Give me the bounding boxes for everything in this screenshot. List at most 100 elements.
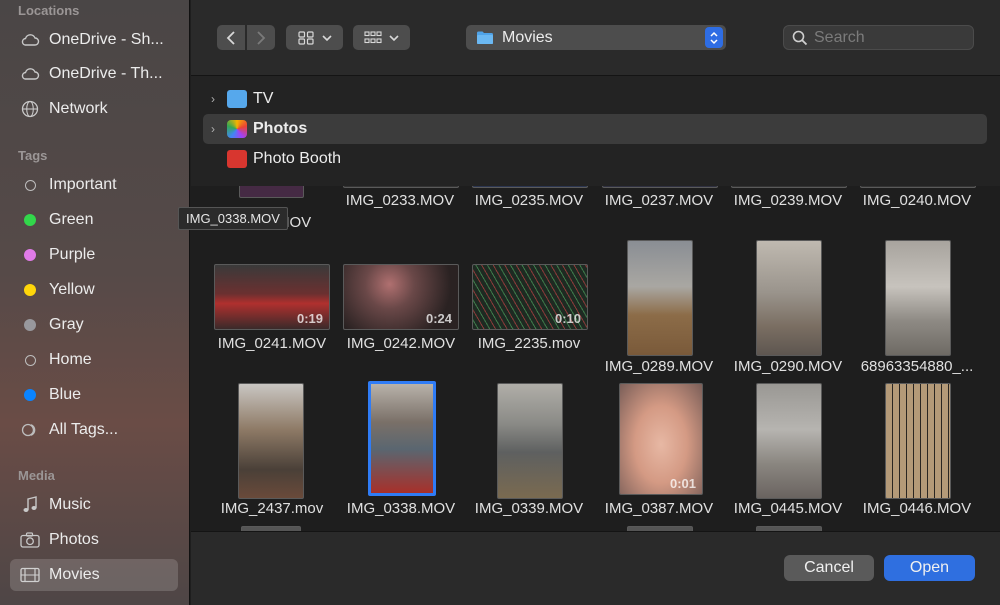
- tag-blue[interactable]: Blue: [10, 379, 178, 411]
- cancel-button[interactable]: Cancel: [784, 555, 874, 581]
- dialog-footer: Cancel Open: [191, 531, 1000, 605]
- sidebar-item-music[interactable]: Music: [10, 489, 178, 521]
- tag-yellow[interactable]: Yellow: [10, 274, 178, 306]
- folder-label: Photos: [253, 120, 308, 137]
- file-name[interactable]: IMG_0239.MOV: [724, 192, 852, 209]
- sidebar-item-movies[interactable]: Movies: [10, 559, 178, 591]
- group-icon: [364, 30, 382, 43]
- view-mode-control[interactable]: [286, 25, 343, 50]
- video-thumbnail[interactable]: 0:19: [214, 264, 330, 330]
- file-name[interactable]: IMG_0339.MOV: [465, 500, 593, 517]
- tag-dot-icon: [20, 385, 40, 405]
- tag-gray[interactable]: Gray: [10, 309, 178, 341]
- tag-label: Gray: [49, 316, 84, 333]
- video-thumbnail[interactable]: 0:01: [619, 383, 703, 495]
- video-thumbnail[interactable]: 0:10: [472, 264, 588, 330]
- tag-important[interactable]: Important: [10, 169, 178, 201]
- file-name[interactable]: IMG_2437.mov: [208, 500, 336, 517]
- photos-app-icon: [227, 120, 247, 138]
- file-name[interactable]: IMG_0237.MOV: [595, 192, 723, 209]
- folder-row-photo-booth[interactable]: Photo Booth: [203, 144, 987, 174]
- video-duration: 0:01: [669, 476, 696, 491]
- sidebar: Locations OneDrive - Sh... OneDrive - Th…: [0, 0, 190, 605]
- video-thumbnail[interactable]: [885, 383, 951, 499]
- tag-all-tags[interactable]: All Tags...: [10, 414, 178, 446]
- photo-booth-icon: [227, 150, 247, 168]
- folder-row-tv[interactable]: › TV: [203, 84, 987, 114]
- search-field[interactable]: [783, 25, 974, 50]
- file-name[interactable]: IMG_0446.MOV: [853, 500, 981, 517]
- tag-label: Purple: [49, 246, 96, 263]
- video-thumbnail[interactable]: [238, 383, 304, 499]
- sidebar-section-locations: Locations: [18, 3, 80, 18]
- search-input[interactable]: [814, 28, 964, 47]
- folder-icon: [477, 31, 493, 44]
- chevron-down-icon: [389, 34, 399, 41]
- sidebar-item-photos[interactable]: Photos: [10, 524, 178, 556]
- back-button[interactable]: [217, 25, 245, 50]
- file-name[interactable]: IMG_0233.MOV: [336, 192, 464, 209]
- tag-home[interactable]: Home: [10, 344, 178, 376]
- tag-purple[interactable]: Purple: [10, 239, 178, 271]
- open-file-dialog: Locations OneDrive - Sh... OneDrive - Th…: [0, 0, 1000, 605]
- forward-button[interactable]: [247, 25, 275, 50]
- tag-label: Home: [49, 351, 92, 368]
- file-name[interactable]: IMG_0338.MOV: [337, 500, 465, 517]
- sidebar-item-label: Movies: [49, 566, 100, 583]
- sidebar-item-onedrive-th[interactable]: OneDrive - Th...: [10, 58, 178, 90]
- file-name[interactable]: IMG_0242.MOV: [337, 335, 465, 352]
- video-duration: 0:24: [425, 311, 452, 326]
- group-by-control[interactable]: [353, 25, 410, 50]
- video-thumbnail[interactable]: [731, 186, 847, 188]
- up-down-chevron-icon: [710, 31, 718, 44]
- location-label: Movies: [502, 28, 553, 46]
- video-thumbnail[interactable]: [756, 383, 822, 499]
- location-stepper: [705, 27, 723, 48]
- sidebar-item-onedrive-sh[interactable]: OneDrive - Sh...: [10, 24, 178, 56]
- icon-view-button[interactable]: [286, 25, 343, 50]
- file-name[interactable]: IMG_0290.MOV: [724, 358, 852, 375]
- video-thumbnail[interactable]: [756, 240, 822, 356]
- folder-row-photos[interactable]: › Photos: [203, 114, 987, 144]
- folder-icon: [227, 90, 247, 108]
- sidebar-item-label: Network: [49, 100, 108, 117]
- video-thumbnail[interactable]: [239, 186, 304, 198]
- group-button[interactable]: [353, 25, 410, 50]
- file-name[interactable]: IMG_0241.MOV: [208, 335, 336, 352]
- disclosure-chevron-icon[interactable]: ›: [203, 122, 223, 136]
- globe-icon: [20, 99, 40, 119]
- file-name[interactable]: IMG_0289.MOV: [595, 358, 723, 375]
- cloud-icon: [20, 30, 40, 50]
- film-icon: [20, 565, 40, 585]
- tag-dot-icon: [20, 315, 40, 335]
- file-name[interactable]: IMG_0235.MOV: [465, 192, 593, 209]
- video-thumbnail[interactable]: [885, 240, 951, 356]
- file-name[interactable]: IMG_0445.MOV: [724, 500, 852, 517]
- video-thumbnail[interactable]: [602, 186, 718, 188]
- tag-dot-icon: [20, 280, 40, 300]
- video-thumbnail[interactable]: [497, 383, 563, 499]
- video-thumbnail-selected[interactable]: [368, 381, 436, 496]
- video-thumbnail[interactable]: 0:24: [343, 264, 459, 330]
- video-thumbnail[interactable]: [343, 186, 459, 188]
- tag-label: Important: [49, 176, 117, 193]
- file-name[interactable]: IMG_0387.MOV: [595, 500, 723, 517]
- disclosure-chevron-icon[interactable]: ›: [203, 92, 223, 106]
- file-name[interactable]: 68963354880_...: [853, 358, 981, 375]
- tag-green[interactable]: Green: [10, 204, 178, 236]
- tag-label: Green: [49, 211, 94, 228]
- nav-buttons: [217, 25, 275, 50]
- file-name[interactable]: IMG_2235.mov: [465, 335, 593, 352]
- location-popup[interactable]: Movies: [466, 25, 726, 50]
- video-thumbnail[interactable]: [860, 186, 976, 188]
- video-thumbnail[interactable]: [627, 240, 693, 356]
- filename-tooltip: IMG_0338.MOV: [178, 207, 288, 230]
- folder-list: › TV › Photos Photo Booth: [191, 77, 1000, 185]
- open-button[interactable]: Open: [884, 555, 975, 581]
- tag-dot-icon: [20, 245, 40, 265]
- sidebar-item-network[interactable]: Network: [10, 93, 178, 125]
- video-thumbnail[interactable]: [472, 186, 588, 188]
- file-grid: MOV IMG_0233.MOV IMG_0235.MOV IMG_0237.M…: [191, 186, 1000, 531]
- sidebar-item-label: OneDrive - Th...: [49, 65, 163, 82]
- file-name[interactable]: IMG_0240.MOV: [853, 192, 981, 209]
